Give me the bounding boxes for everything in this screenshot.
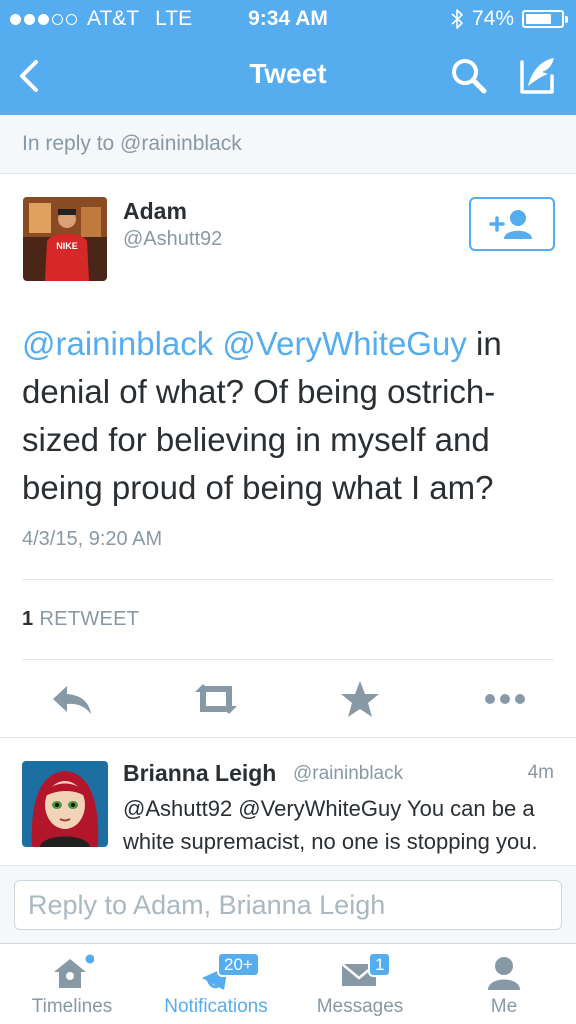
tweet-timestamp: 4/3/15, 9:20 AM	[22, 528, 163, 550]
retweet-icon[interactable]	[189, 676, 243, 722]
avatar-shirt-text: NIKE	[56, 241, 78, 251]
reply-compose-bar	[0, 865, 576, 943]
reply-context-banner[interactable]: In reply to @raininblack	[0, 115, 576, 174]
tweet-actions	[0, 670, 576, 736]
divider	[22, 659, 554, 660]
reply-icon[interactable]	[45, 676, 99, 722]
home-icon	[54, 954, 94, 988]
tweet-body: @raininblack @VeryWhiteGuy in denial of …	[22, 320, 562, 512]
tab-me[interactable]: Me	[432, 944, 576, 1024]
retweet-count: 1	[22, 608, 34, 630]
nav-bar: Tweet	[0, 38, 576, 115]
reply-author-name[interactable]: Brianna Leigh	[123, 760, 276, 787]
avatar[interactable]	[22, 761, 108, 847]
reply-time: 4m	[527, 762, 554, 783]
messages-badge: 1	[368, 952, 392, 977]
reply-tweet[interactable]: Brianna Leigh @raininblack 4m @Ashutt92 …	[0, 737, 576, 865]
tweet-author-header: NIKE Adam @Ashutt92	[0, 174, 576, 294]
follow-button[interactable]	[469, 197, 555, 251]
tab-timelines[interactable]: Timelines	[0, 944, 144, 1024]
battery-fill	[526, 14, 551, 24]
tab-label: Timelines	[31, 996, 113, 1017]
bluetooth-icon	[451, 9, 463, 29]
avatar[interactable]: NIKE	[23, 197, 107, 281]
search-icon[interactable]	[448, 56, 492, 96]
tab-label: Notifications	[164, 996, 268, 1017]
retweet-label: RETWEET	[39, 608, 140, 630]
tab-messages[interactable]: 1 Messages	[288, 944, 432, 1024]
notifications-badge: 20+	[217, 952, 260, 977]
compose-quill-icon[interactable]	[512, 54, 560, 98]
tab-label: Messages	[316, 996, 404, 1017]
mention-link[interactable]: @raininblack	[22, 325, 213, 362]
author-handle[interactable]: @Ashutt92	[123, 228, 222, 251]
battery-percent: 74%	[471, 7, 514, 30]
tab-label: Me	[490, 996, 518, 1017]
profile-icon	[488, 957, 520, 990]
reply-text: @Ashutt92 @VeryWhiteGuy You can be a whi…	[123, 796, 538, 865]
tab-bar: Timelines 20+ Notifications 1 Messages M…	[0, 943, 576, 1024]
mention-link[interactable]: @VeryWhiteGuy	[222, 325, 466, 362]
more-dots-icon[interactable]	[478, 676, 532, 722]
divider	[22, 579, 554, 580]
status-bar-right: 74%	[450, 7, 568, 31]
tab-notifications[interactable]: 20+ Notifications	[144, 944, 288, 1024]
retweet-stats[interactable]: 1 RETWEET	[22, 608, 139, 631]
reply-input[interactable]	[14, 880, 562, 930]
avatar-image	[22, 761, 108, 847]
add-user-icon	[489, 210, 532, 239]
author-name[interactable]: Adam	[123, 198, 187, 225]
battery-icon	[522, 10, 568, 28]
avatar-image: NIKE	[23, 197, 107, 281]
favorite-star-icon[interactable]	[333, 676, 387, 722]
status-bar: AT&T LTE 9:34 AM 74%	[0, 0, 576, 38]
reply-author-handle[interactable]: @raininblack	[293, 763, 403, 785]
